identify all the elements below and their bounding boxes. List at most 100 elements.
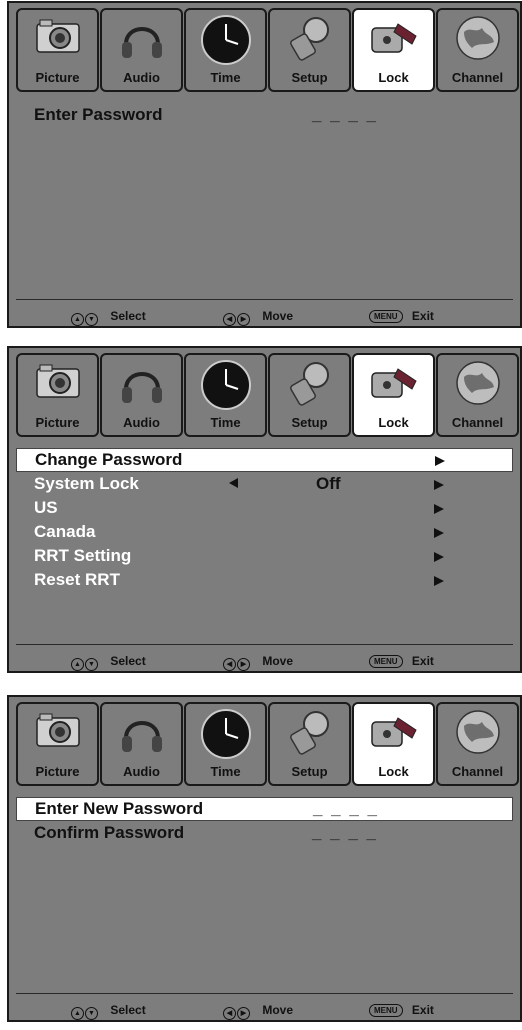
clock-icon [200, 360, 251, 410]
down-arrow-icon: ▼ [85, 1007, 98, 1020]
globe-icon [455, 16, 500, 60]
menu-item-canada[interactable]: Canada [16, 521, 513, 545]
menu-content: Enter New Password _ _ _ _ Confirm Passw… [16, 789, 513, 991]
right-arrow-icon[interactable] [434, 480, 444, 490]
menu-key-icon: MENU [369, 1004, 403, 1017]
tab-lock[interactable]: Lock [352, 353, 435, 437]
tab-label: Lock [378, 764, 409, 779]
left-arrow-icon: ◀ [223, 658, 236, 671]
tab-picture[interactable]: Picture [16, 8, 99, 92]
clock-icon [200, 709, 251, 759]
tab-setup[interactable]: Setup [268, 702, 351, 786]
menu-item-rrt-setting[interactable]: RRT Setting [16, 545, 513, 569]
left-arrow-icon[interactable] [229, 478, 238, 488]
right-arrow-icon [434, 552, 444, 562]
tab-lock[interactable]: Lock [352, 8, 435, 92]
menu-content: Enter Password _ _ _ _ [16, 95, 513, 297]
up-arrow-icon: ▲ [71, 1007, 84, 1020]
tab-audio[interactable]: Audio [100, 353, 183, 437]
tab-picture[interactable]: Picture [16, 353, 99, 437]
footer-divider [16, 644, 513, 645]
new-password-entry[interactable]: _ _ _ _ [313, 799, 379, 819]
right-arrow-icon [434, 504, 444, 514]
move-hint: ◀ ▶ Move [223, 1003, 293, 1020]
tab-channel[interactable]: Channel [436, 353, 519, 437]
tab-bar: Picture Audio Time Setup Lock Channel [16, 702, 519, 786]
menu-item-label: Reset RRT [34, 570, 120, 589]
select-hint: ▲ ▼ Select [71, 309, 146, 326]
tab-audio[interactable]: Audio [100, 702, 183, 786]
lock-icon [370, 717, 417, 747]
menu-panel-enter-password: Picture Audio Time Setup Lock Channel En… [7, 1, 522, 328]
menu-item-system-lock[interactable]: System Lock Off [16, 473, 513, 497]
tab-channel[interactable]: Channel [436, 8, 519, 92]
down-arrow-icon: ▼ [85, 313, 98, 326]
move-hint: ◀ ▶ Move [223, 654, 293, 671]
menu-item-label: Canada [34, 522, 96, 541]
tab-label: Audio [123, 764, 160, 779]
tab-label: Picture [35, 415, 80, 430]
exit-label: Exit [411, 654, 434, 668]
exit-label: Exit [411, 1003, 434, 1017]
confirm-password-label: Confirm Password [34, 823, 185, 842]
right-arrow-icon: ▶ [237, 658, 250, 671]
confirm-password-row[interactable]: Confirm Password _ _ _ _ [16, 822, 513, 846]
move-hint: ◀ ▶ Move [223, 309, 293, 326]
select-hint: ▲ ▼ Select [71, 654, 146, 671]
tab-bar: Picture Audio Time Setup Lock Channel [16, 353, 519, 437]
exit-label: Exit [411, 309, 434, 323]
confirm-password-entry[interactable]: _ _ _ _ [312, 823, 378, 843]
tab-picture[interactable]: Picture [16, 702, 99, 786]
tab-label: Time [210, 764, 241, 779]
system-lock-value: Off [316, 474, 341, 493]
right-arrow-icon [434, 528, 444, 538]
tab-setup[interactable]: Setup [268, 353, 351, 437]
help-footer: ▲ ▼ Select ◀ ▶ Move MENU Exit [9, 306, 520, 328]
tab-label: Time [210, 70, 241, 85]
tab-audio[interactable]: Audio [100, 8, 183, 92]
tab-lock[interactable]: Lock [352, 702, 435, 786]
up-arrow-icon: ▲ [71, 658, 84, 671]
clock-icon [200, 15, 251, 65]
move-label: Move [262, 654, 294, 668]
menu-item-reset-rrt[interactable]: Reset RRT [16, 569, 513, 593]
exit-hint: MENU Exit [369, 654, 434, 668]
select-label: Select [110, 654, 146, 668]
tab-time[interactable]: Time [184, 702, 267, 786]
right-arrow-icon: ▶ [237, 1007, 250, 1020]
tab-channel[interactable]: Channel [436, 702, 519, 786]
left-arrow-icon: ◀ [223, 1007, 236, 1020]
menu-item-us[interactable]: US [16, 497, 513, 521]
tab-time[interactable]: Time [184, 353, 267, 437]
tab-time[interactable]: Time [184, 8, 267, 92]
tab-setup[interactable]: Setup [268, 8, 351, 92]
tab-label: Lock [378, 70, 409, 85]
setup-icon [289, 362, 329, 406]
up-arrow-icon: ▲ [71, 313, 84, 326]
enter-password-row[interactable]: Enter Password _ _ _ _ [16, 104, 513, 128]
tab-label: Audio [123, 70, 160, 85]
menu-item-change-password[interactable]: Change Password [16, 448, 513, 472]
menu-item-label: Change Password [35, 450, 183, 469]
menu-key-icon: MENU [369, 655, 403, 668]
lock-icon [370, 23, 417, 53]
password-entry[interactable]: _ _ _ _ [312, 105, 378, 125]
down-arrow-icon: ▼ [85, 658, 98, 671]
menu-key-icon: MENU [369, 310, 403, 323]
enter-new-password-row[interactable]: Enter New Password _ _ _ _ [16, 797, 513, 821]
exit-hint: MENU Exit [369, 309, 434, 323]
select-label: Select [110, 1003, 146, 1017]
menu-item-label: RRT Setting [34, 546, 132, 565]
right-arrow-icon [434, 576, 444, 586]
setup-icon [289, 711, 329, 755]
tab-label: Channel [451, 764, 504, 779]
tab-label: Audio [123, 415, 160, 430]
menu-panel-lock-options: Picture Audio Time Setup Lock Channel Ch… [7, 346, 522, 673]
exit-hint: MENU Exit [369, 1003, 434, 1017]
tab-bar: Picture Audio Time Setup Lock Channel [16, 8, 519, 92]
headphones-icon [121, 721, 162, 752]
move-label: Move [262, 1003, 294, 1017]
globe-icon [455, 710, 500, 754]
menu-content: Change Password System Lock Off US Canad… [16, 440, 513, 642]
lock-icon [370, 368, 417, 398]
